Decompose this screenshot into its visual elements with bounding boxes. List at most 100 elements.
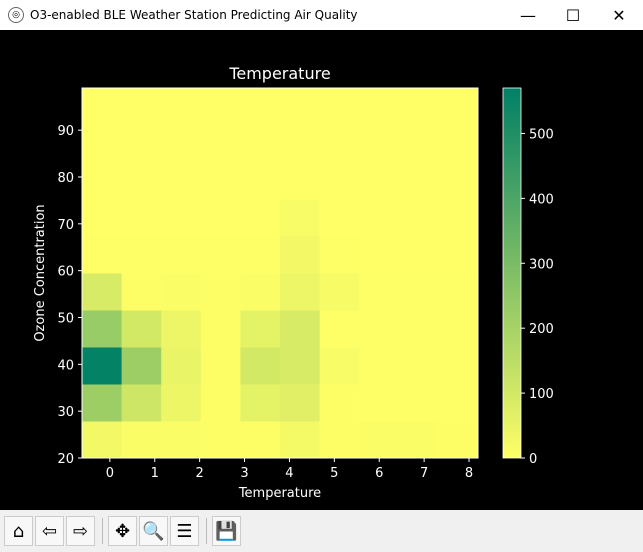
home-button[interactable]: ⌂ [4,516,33,546]
heatmap-cell [319,199,360,237]
heatmap-cell [240,347,281,385]
heatmap-cell [161,347,202,385]
heatmap-cell [200,310,241,348]
heatmap-cell [82,162,123,200]
x-tick-label: 8 [465,466,473,481]
pan-button[interactable]: ✥ [108,516,137,546]
y-tick-label: 80 [57,171,74,186]
x-tick-label: 5 [330,466,338,481]
heatmap-cell [121,199,162,237]
heatmap-cell [82,273,123,311]
maximize-button[interactable]: ☐ [550,0,596,30]
x-tick-label: 2 [195,466,203,481]
heatmap-cell [319,347,360,385]
heatmap-cell [200,88,241,126]
y-axis-label: Ozone Concentration [33,204,48,341]
y-tick-label: 90 [57,124,74,139]
heatmap-cell [82,125,123,163]
heatmap-cell [398,162,439,200]
toolbar-separator [102,518,103,544]
heatmap-cell [161,421,202,459]
heatmap-cell [359,236,400,274]
configure-subplots-button[interactable]: ☰ [170,516,199,546]
heatmap-cell [121,310,162,348]
x-tick-label: 0 [106,466,114,481]
heatmap-cell [121,384,162,422]
heatmap-cell [240,199,281,237]
heatmap-cell [280,236,321,274]
heatmap-cell [319,310,360,348]
heatmap-cell [398,199,439,237]
heatmap-cell [438,162,479,200]
heatmap-cell [240,273,281,311]
heatmap-cell [82,421,123,459]
heatmap-cell [280,421,321,459]
heatmap-cell [161,384,202,422]
heatmap-cell [280,310,321,348]
heatmap-cell [398,125,439,163]
heatmap-cell [240,384,281,422]
heatmap-cell [359,199,400,237]
heatmap-cell [200,236,241,274]
heatmap-cell [240,421,281,459]
heatmap-cell [359,273,400,311]
y-tick-label: 70 [57,218,74,233]
save-button[interactable]: 💾 [212,516,241,546]
colorbar-tick-label: 200 [529,322,554,337]
heatmap-cell [398,236,439,274]
app-icon: ◎ [8,7,24,23]
heatmap-cell [359,162,400,200]
heatmap-figure: 0 100 200 300 400 500 0 1 2 3 4 5 6 7 8 20 30 40 50 60 70 80… [33,64,554,501]
heatmap-cell [240,310,281,348]
heatmap-cell [82,384,123,422]
zoom-button[interactable]: 🔍 [139,516,168,546]
heatmap-cell [82,199,123,237]
heatmap-cell [200,125,241,163]
x-tick-label: 6 [375,466,383,481]
heatmap-cell [240,125,281,163]
x-tick-label: 1 [151,466,159,481]
close-button[interactable]: ✕ [596,0,642,30]
heatmap-cell [438,310,479,348]
heatmap-cell [359,310,400,348]
heatmap-cell [438,384,479,422]
heatmap-cell [359,125,400,163]
heatmap-cell [121,162,162,200]
heatmap-cell [280,199,321,237]
heatmap-cell [319,88,360,126]
y-tick-label: 40 [57,358,74,373]
heatmap-cell [161,273,202,311]
back-button[interactable]: ⇦ [35,516,64,546]
heatmap-cell [121,236,162,274]
heatmap-cell [359,421,400,459]
x-tick-label: 3 [240,466,248,481]
heatmap-cell [161,236,202,274]
heatmap-cell [398,384,439,422]
heatmap-cell [398,310,439,348]
heatmap-cell [398,88,439,126]
forward-button[interactable]: ⇨ [66,516,95,546]
heatmap-cell [161,162,202,200]
heatmap-cell [200,421,241,459]
heatmap-cell [438,125,479,163]
heatmap-cell [121,125,162,163]
colorbar-tick-label: 500 [529,127,554,142]
heatmap-cell [82,88,123,126]
heatmap-cell [240,162,281,200]
heatmap-cell [280,273,321,311]
heatmap-cell [438,421,479,459]
heatmap-cell [280,384,321,422]
x-tick-label: 4 [285,466,293,481]
heatmap-cell [438,347,479,385]
heatmap-cell [200,273,241,311]
heatmap-cell [319,162,360,200]
heatmap-cell [398,273,439,311]
heatmap-cell [240,236,281,274]
minimize-button[interactable]: — [505,0,551,30]
heatmap-cell [319,273,360,311]
heatmap-cell [398,347,439,385]
colorbar-tick-label: 300 [529,257,554,272]
colorbar [502,87,522,459]
heatmap-cell [240,88,281,126]
y-tick-label: 50 [57,311,74,326]
